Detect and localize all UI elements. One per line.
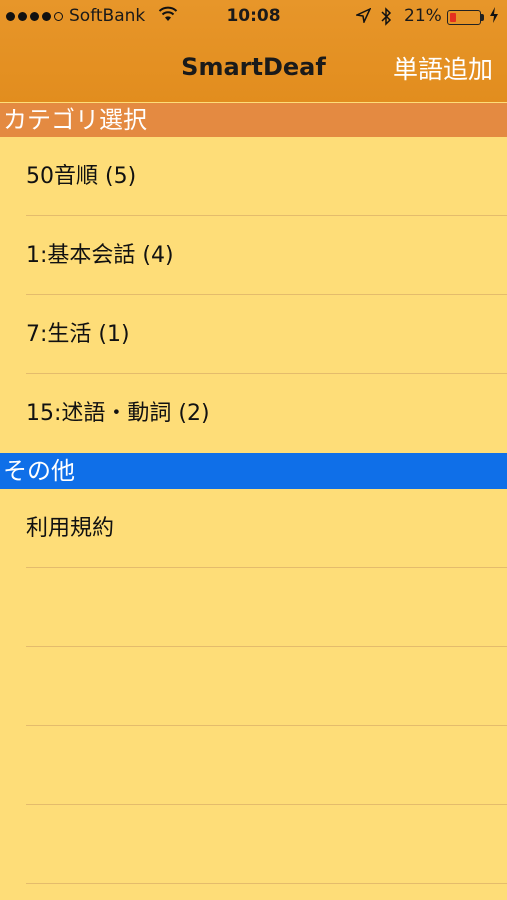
list-item-label: 利用規約 (26, 516, 115, 541)
list-item[interactable]: 7:生活 (1) (0, 295, 507, 374)
list-item[interactable]: 50音順 (5) (0, 137, 507, 216)
list-item-label: 7:生活 (1) (26, 322, 130, 347)
divider (26, 567, 507, 568)
battery-terminal (481, 14, 484, 21)
location-icon (354, 7, 372, 28)
battery-icon (447, 10, 481, 25)
add-word-button[interactable]: 単語追加 (393, 50, 493, 86)
navigation-bar: SoftBank 10:08 21% SmartDeaf 単語追加 (0, 0, 507, 102)
charging-icon (489, 6, 499, 29)
list-item-label: 1:基本会話 (4) (26, 243, 174, 268)
section-header-other: その他 (0, 453, 507, 489)
status-bar: SoftBank 10:08 21% (0, 0, 507, 36)
list-item-terms[interactable]: 利用規約 (0, 489, 507, 568)
section-header-category: カテゴリ選択 (0, 103, 507, 137)
empty-row-divider (26, 883, 507, 884)
list-item[interactable]: 1:基本会話 (4) (0, 216, 507, 295)
empty-row-divider (26, 646, 507, 647)
empty-row-divider (26, 804, 507, 805)
list-item-label: 15:述語・動詞 (2) (26, 401, 210, 426)
bluetooth-icon (380, 7, 392, 31)
battery-percentage: 21% (404, 6, 442, 26)
list-item[interactable]: 15:述語・動詞 (2) (0, 374, 507, 453)
list-item-label: 50音順 (5) (26, 164, 137, 189)
empty-row-divider (26, 725, 507, 726)
